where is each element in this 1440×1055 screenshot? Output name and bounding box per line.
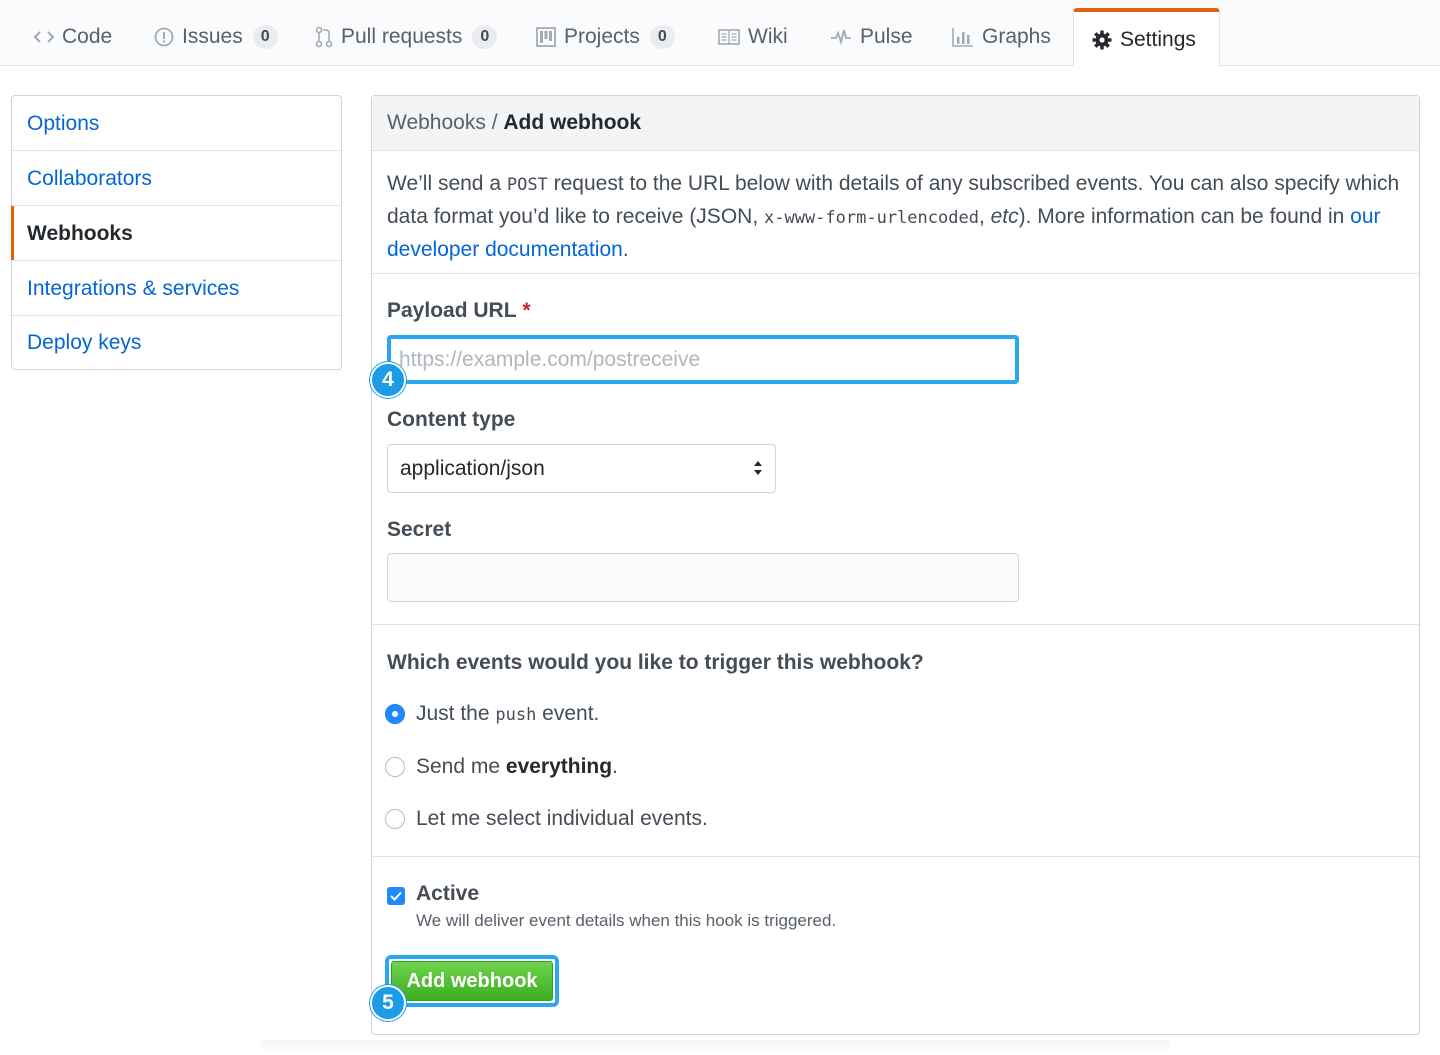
radio-individual-events[interactable]: Let me select individual events. [385,807,708,831]
tab-label: Settings [1120,27,1196,51]
intro-text-part: , [978,205,991,228]
intro-text-part: We’ll send a [387,172,507,195]
post-code: POST [506,175,548,195]
radio-button[interactable] [385,809,405,829]
add-webhook-button[interactable]: Add webhook [391,961,553,1001]
tab-pulse[interactable]: Pulse [812,8,931,66]
secret-input[interactable] [387,553,1019,602]
sidebar-item-deploy-keys[interactable]: Deploy keys [12,316,341,369]
breadcrumb: Webhooks / Add webhook [372,96,1419,151]
intro-text-part: ). More information can be found in [1018,205,1351,228]
payload-url-label: Payload URL * [387,299,531,323]
footer-divider [260,1040,1170,1054]
tab-label: Pulse [860,25,913,48]
content-type-select[interactable]: application/json [387,444,776,493]
tab-issues[interactable]: Issues 0 [136,8,296,66]
intro-text: We’ll send a POST request to the URL bel… [372,151,1419,274]
tab-wiki[interactable]: Wiki [700,8,806,66]
tab-label: Wiki [748,25,788,48]
content-type-value: application/json [400,457,545,480]
radio-everything[interactable]: Send me everything. [385,755,618,779]
tab-label: Graphs [982,25,1051,48]
graph-icon [952,27,974,47]
sidebar-item-options[interactable]: Options [12,96,341,151]
project-icon [536,27,556,47]
radio-label-strong: everything [505,755,613,778]
events-question: Which events would you like to trigger t… [387,651,924,674]
breadcrumb-webhooks-link[interactable]: Webhooks [387,111,486,134]
tab-label: Projects [564,25,640,48]
radio-button[interactable] [385,757,405,777]
select-arrows-icon [754,461,762,475]
issues-counter: 0 [252,25,278,49]
projects-counter: 0 [649,25,675,49]
gear-icon [1092,30,1112,50]
tab-label: Pull requests [341,25,463,48]
tab-graphs[interactable]: Graphs [934,8,1069,66]
radio-label: Send me everything. [416,755,618,779]
add-webhook-panel: Webhooks / Add webhook We’ll send a POST… [370,95,1420,1035]
radio-label-text: Just the [416,702,496,725]
callout-badge-4: 4 [370,362,406,398]
payload-url-input[interactable] [387,335,1019,384]
book-icon [718,28,740,46]
sidebar-item-collaborators[interactable]: Collaborators [12,151,341,206]
radio-push-event[interactable]: Just the push event. [385,702,599,726]
code-icon [34,29,54,45]
breadcrumb-separator: / [491,111,498,134]
urlencoded-code: x-www-form-urlencoded [764,208,979,228]
pull-request-icon [315,26,333,48]
radio-label-text: event. [536,702,600,725]
checkmark-icon [390,891,402,901]
settings-sidebar: Options Collaborators Webhooks Integrati… [11,95,342,370]
active-section: Active We will deliver event details whe… [370,857,1419,1034]
required-mark: * [522,299,531,322]
active-label[interactable]: Active [416,882,479,906]
tab-label: Code [62,25,113,48]
secret-label: Secret [387,518,452,541]
webhook-form: Payload URL* 4 Content type application/… [370,274,1419,625]
page-title: Add webhook [503,111,642,134]
issue-icon [154,27,174,47]
radio-button-checked[interactable] [385,704,405,724]
callout-badge-5: 5 [370,985,406,1021]
etc-text: etc [990,205,1019,228]
tab-code[interactable]: Code [16,8,130,66]
events-section: Which events would you like to trigger t… [372,625,1419,857]
tab-label: Issues [182,25,243,48]
tab-pull-requests[interactable]: Pull requests 0 [297,8,515,66]
tab-settings[interactable]: Settings [1073,8,1220,67]
content-type-label: Content type [387,408,516,431]
push-code: push [495,705,537,725]
radio-label-text: Send me [416,755,506,778]
radio-label: Let me select individual events. [416,807,708,830]
sidebar-item-integrations[interactable]: Integrations & services [12,261,341,316]
radio-label-text: . [612,755,618,778]
radio-label: Just the push event. [416,702,599,726]
active-checkbox[interactable] [387,887,405,905]
repo-nav-tabs: Code Issues 0 Pull requests 0 Projects 0… [0,0,1440,67]
pulse-icon [830,28,852,46]
active-note: We will deliver event details when this … [416,911,837,930]
sidebar-item-webhooks[interactable]: Webhooks [11,206,341,261]
payload-url-label-text: Payload URL [387,299,517,322]
tab-projects[interactable]: Projects 0 [518,8,693,66]
intro-text-part: . [622,238,629,261]
add-webhook-button-focus: Add webhook [385,955,559,1007]
pull-requests-counter: 0 [472,25,498,49]
